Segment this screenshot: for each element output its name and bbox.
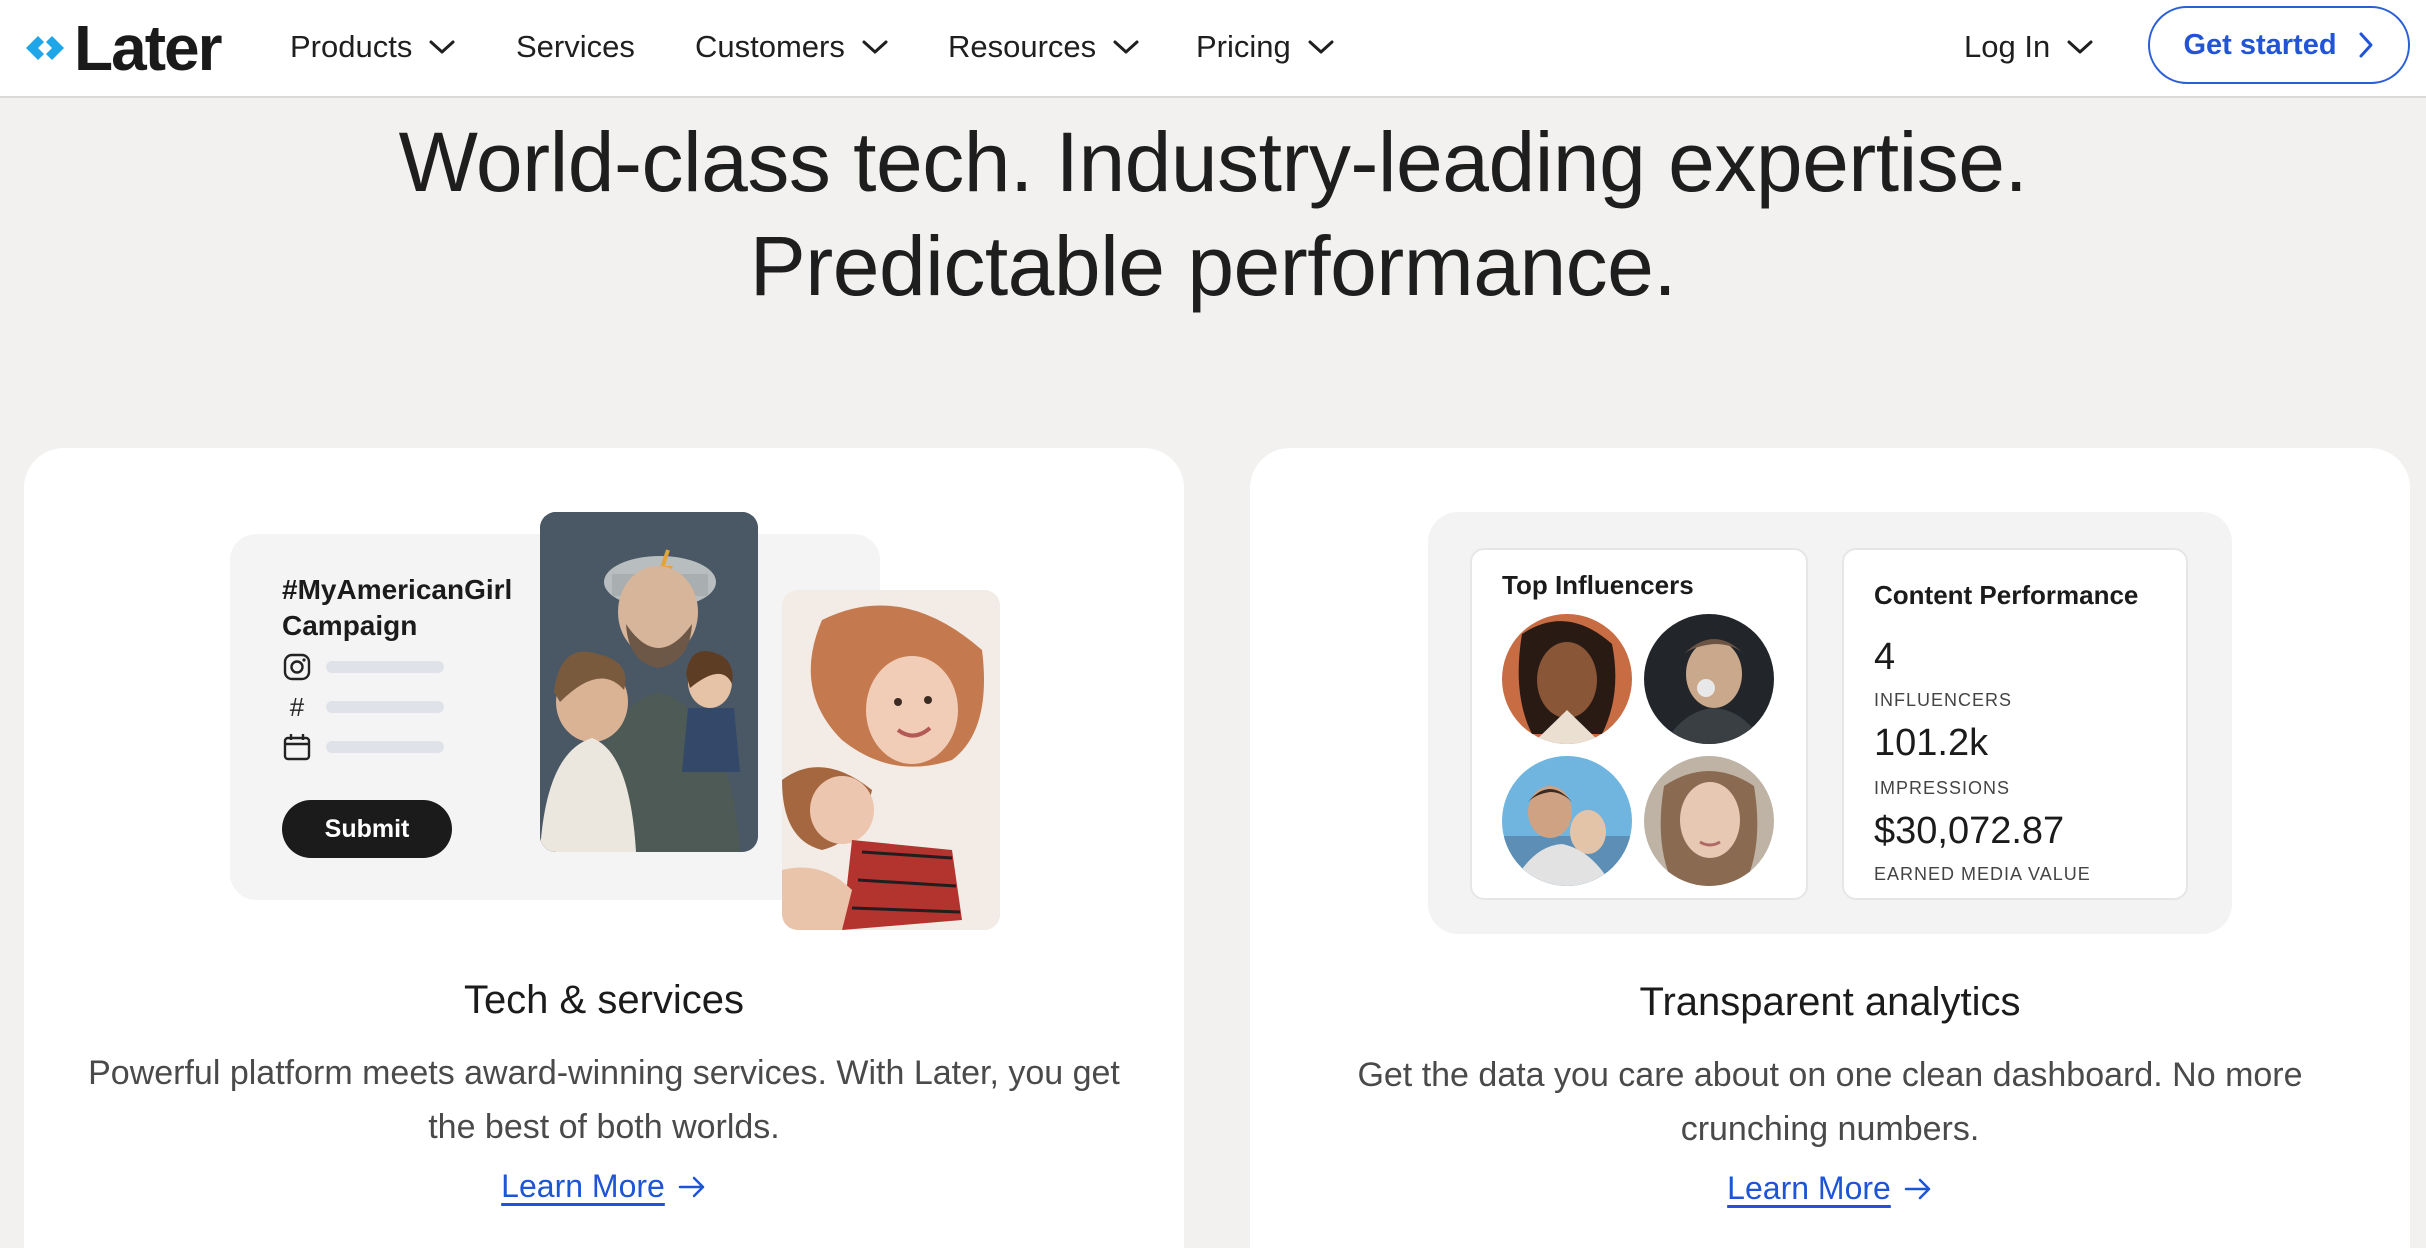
chevron-down-icon	[1308, 40, 1334, 54]
logo-wordmark: Later	[74, 12, 222, 84]
nav-products[interactable]: Products	[290, 24, 456, 70]
hero-line-1: World-class tech. Industry-leading exper…	[398, 115, 2028, 209]
campaign-row-calendar	[282, 732, 444, 762]
impressions-label: IMPRESSIONS	[1874, 778, 2011, 798]
learn-more-label: Learn More	[1727, 1170, 1891, 1206]
campaign-title: #MyAmericanGirl Campaign	[282, 574, 513, 641]
campaign-row-hashtag: #	[282, 692, 444, 722]
influencer-avatar-art	[1644, 756, 1774, 886]
card-description: Get the data you care about on one clean…	[1357, 1056, 2303, 1148]
nav-services-label: Services	[516, 29, 635, 64]
hero-heading: World-class tech. Industry-leading exper…	[0, 110, 2426, 318]
placeholder-bar	[326, 701, 444, 713]
chevron-down-icon	[862, 40, 888, 54]
submit-button[interactable]: Submit	[282, 800, 452, 858]
top-navigation-bar: Later Products Services Customers Resour…	[0, 0, 2426, 98]
earned-media-value: $30,072.87	[1874, 810, 2065, 852]
arrow-right-icon	[1904, 1178, 1931, 1199]
content-performance-card: Content Performance 4 INFLUENCERS 101.2k…	[1842, 548, 2188, 900]
nav-pricing[interactable]: Pricing	[1196, 24, 1335, 70]
doll-photo-art	[782, 590, 1000, 930]
top-influencers-title: Top Influencers	[1502, 570, 1694, 600]
nav-customers-label: Customers	[695, 29, 845, 64]
top-influencers-card: Top Influencers	[1470, 548, 1808, 900]
tech-services-card: #MyAmericanGirl Campaign # Submit Tech &…	[24, 448, 1184, 1248]
instagram-icon	[283, 653, 311, 681]
nav-resources[interactable]: Resources	[948, 24, 1140, 70]
card-title: Tech & services	[463, 978, 745, 1022]
get-started-label: Get started	[2183, 28, 2337, 61]
get-started-button[interactable]: Get started	[2148, 6, 2410, 84]
nav-resources-label: Resources	[948, 29, 1097, 64]
chevron-down-icon	[1113, 40, 1139, 54]
card-description: Powerful platform meets award-winning se…	[88, 1054, 1120, 1146]
nav-customers[interactable]: Customers	[695, 24, 889, 70]
placeholder-bar	[326, 741, 444, 753]
girl-with-doll-photo	[782, 590, 1000, 930]
campaign-row-instagram	[282, 652, 444, 682]
influencers-count: 4	[1874, 636, 1896, 678]
nav-services[interactable]: Services	[516, 24, 635, 70]
placeholder-bar	[326, 661, 444, 673]
chevron-down-icon	[429, 40, 455, 54]
learn-more-link[interactable]: Learn More	[1250, 1170, 2410, 1207]
influencer-avatar	[1502, 756, 1632, 886]
nav-login-label: Log In	[1964, 29, 2051, 64]
influencer-avatar	[1502, 614, 1632, 744]
influencer-avatar	[1644, 756, 1774, 886]
earned-media-label: EARNED MEDIA VALUE	[1874, 864, 2091, 884]
nav-products-label: Products	[290, 29, 413, 64]
chevron-right-icon	[2359, 32, 2373, 58]
impressions-value: 101.2k	[1874, 722, 1989, 764]
analytics-dashboard-mockup: Top Influencers Content Performance 4 IN…	[1428, 512, 2232, 934]
calendar-icon	[283, 734, 311, 761]
content-performance-title: Content Performance	[1874, 580, 2139, 610]
card-title: Transparent analytics	[1639, 980, 2021, 1024]
nav-pricing-label: Pricing	[1196, 29, 1291, 64]
hashtag-icon: #	[289, 692, 305, 722]
later-logo[interactable]: Later	[24, 12, 222, 84]
nav-login[interactable]: Log In	[1964, 24, 2094, 70]
family-photo-art	[540, 512, 758, 852]
hero-line-2: Predictable performance.	[749, 219, 1677, 313]
influencers-label: INFLUENCERS	[1874, 690, 2013, 710]
influencer-avatar	[1644, 614, 1774, 744]
family-photo	[540, 512, 758, 852]
influencer-avatar-art	[1644, 614, 1774, 744]
chevron-down-icon	[2067, 40, 2093, 54]
learn-more-label: Learn More	[501, 1168, 665, 1204]
arrow-right-icon	[678, 1176, 705, 1197]
later-logo-icon	[26, 36, 64, 60]
influencer-avatar-art	[1502, 756, 1632, 886]
influencer-avatar-art	[1502, 614, 1632, 744]
transparent-analytics-card: Top Influencers Content Performance 4 IN…	[1250, 448, 2410, 1248]
learn-more-link[interactable]: Learn More	[24, 1168, 1184, 1205]
